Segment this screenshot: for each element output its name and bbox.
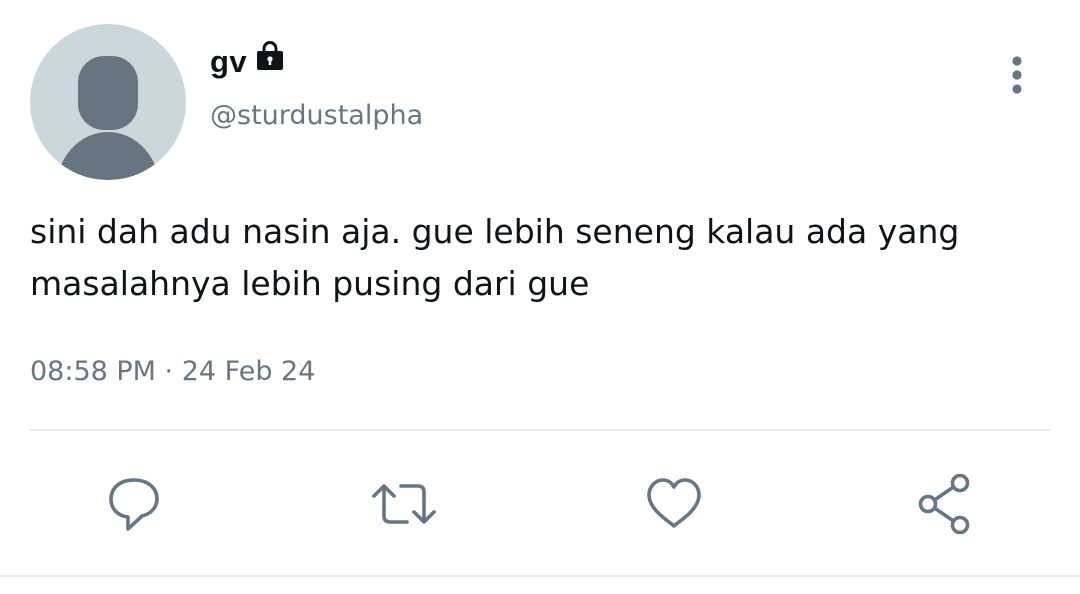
- default-profile-icon: [56, 56, 160, 180]
- share-button[interactable]: [908, 468, 980, 540]
- reply-icon: [109, 478, 159, 531]
- tweet-card: gv @sturdustalpha sini dah adu nasin aja…: [0, 0, 1080, 594]
- retweet-button[interactable]: [368, 468, 440, 540]
- reply-button[interactable]: [98, 468, 170, 540]
- display-name[interactable]: gv: [210, 44, 247, 80]
- heart-icon: [647, 478, 701, 528]
- tweet-timestamp[interactable]: 08:58 PM · 24 Feb 24: [30, 356, 315, 387]
- divider: [30, 429, 1050, 431]
- author-name-row[interactable]: gv: [210, 40, 287, 84]
- like-button[interactable]: [638, 468, 710, 540]
- author-handle[interactable]: @sturdustalpha: [210, 100, 423, 131]
- tweet-text: sini dah adu nasin aja. gue lebih seneng…: [30, 212, 960, 303]
- share-icon: [918, 473, 970, 535]
- avatar[interactable]: [30, 24, 186, 180]
- retweet-icon: [372, 484, 436, 524]
- more-options-button[interactable]: [996, 50, 1038, 100]
- bottom-divider: [0, 575, 1080, 577]
- lock-icon: [253, 39, 287, 77]
- more-vertical-icon: [1012, 56, 1022, 94]
